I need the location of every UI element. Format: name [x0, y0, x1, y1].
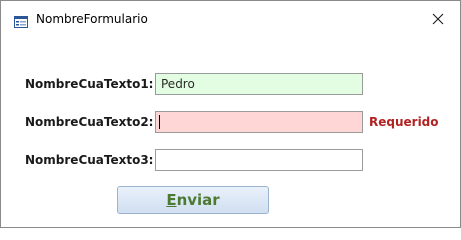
required-message: Requerido [369, 115, 439, 129]
submit-button[interactable]: Enviar [117, 186, 269, 214]
window-title: NombreFormulario [36, 12, 148, 26]
form-window: NombreFormulario NombreCuaTexto1: Nombre… [0, 0, 461, 228]
text-field-3[interactable] [155, 149, 363, 171]
submit-mnemonic: E [166, 191, 177, 209]
submit-label: nviar [176, 191, 220, 209]
text-field-2[interactable] [155, 111, 363, 133]
text-field-1[interactable] [155, 73, 363, 95]
title-bar: NombreFormulario [1, 1, 460, 39]
field-label-1: NombreCuaTexto1: [25, 77, 154, 91]
form-icon [14, 13, 28, 28]
close-icon [432, 10, 444, 29]
text-cursor [159, 115, 160, 129]
close-button[interactable] [416, 1, 460, 37]
field-label-3: NombreCuaTexto3: [25, 153, 154, 167]
field-label-2: NombreCuaTexto2: [25, 115, 154, 129]
